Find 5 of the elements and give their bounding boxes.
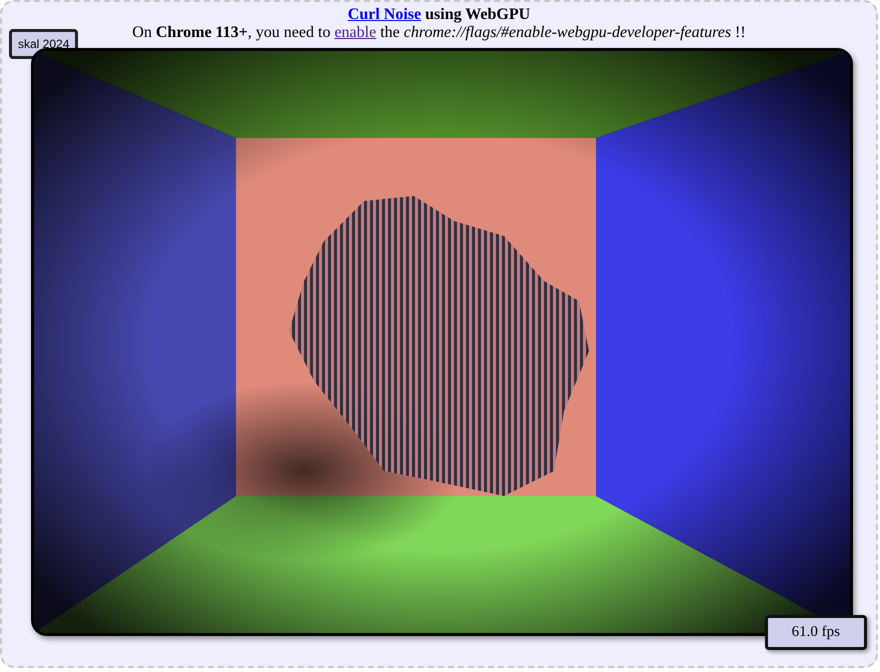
fps-counter: 61.0 fps — [764, 615, 867, 650]
page-title: Curl Noise using WebGPU — [348, 6, 530, 24]
title-link[interactable]: Curl Noise — [348, 6, 422, 23]
enable-link[interactable]: enable — [334, 24, 376, 41]
notice-text: On Chrome 113+, you need to enable the chrome://flags/#enable-webgpu-developer-features !! — [132, 24, 746, 42]
